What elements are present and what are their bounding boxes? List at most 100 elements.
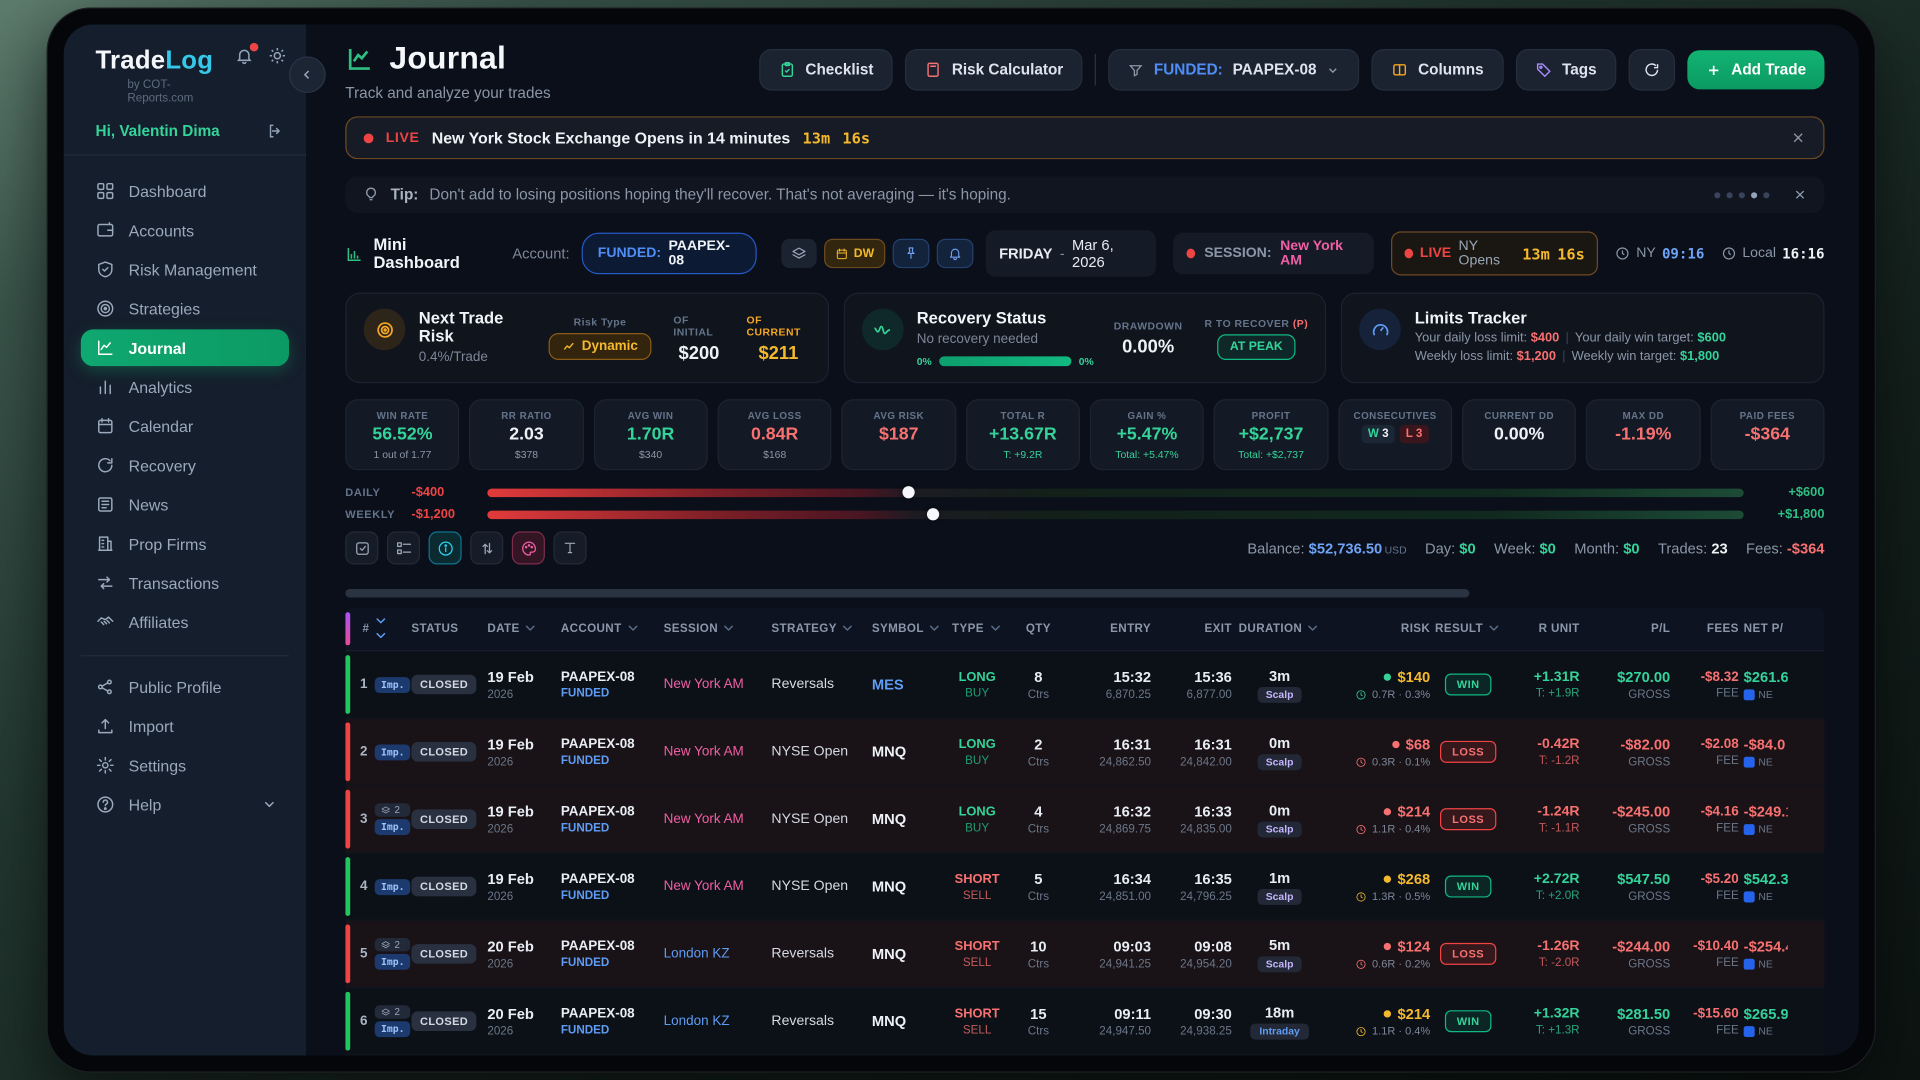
risk-type-pill[interactable]: Dynamic (549, 333, 652, 360)
columns-button[interactable]: Columns (1372, 49, 1504, 91)
sidebar-item-settings[interactable]: Settings (81, 747, 289, 784)
layout-tool[interactable] (387, 531, 420, 564)
dw-calendar-toggle[interactable]: DW (824, 239, 885, 268)
sidebar-item-analytics[interactable]: Analytics (81, 369, 289, 406)
cell-net: -$249.1NE (1741, 803, 1788, 835)
sidebar-item-accounts[interactable]: Accounts (81, 212, 289, 249)
info-tool[interactable] (429, 531, 462, 564)
column-header-account[interactable]: ACCOUNT (558, 621, 661, 636)
cell-account: PAAPEX-08FUNDED (558, 871, 661, 902)
alerts-toggle[interactable] (937, 239, 974, 268)
cell-exit: 16:3324,835.00 (1153, 803, 1234, 836)
column-header-entry[interactable]: ENTRY (1065, 622, 1153, 635)
cell-net: -$254.4NE (1741, 938, 1788, 970)
trade-row-2[interactable]: 2 Imp. CLOSED 19 Feb2026 PAAPEX-08FUNDED… (345, 719, 1824, 786)
tip-close-icon[interactable] (1793, 187, 1808, 202)
stat-value: +$2,737 (1239, 425, 1304, 445)
column-header-status[interactable]: STATUS (409, 622, 485, 635)
trade-row-5[interactable]: 5 2 Imp. CLOSED 20 Feb2026 PAAPEX-08FUND… (345, 921, 1824, 988)
column-header-session[interactable]: SESSION (661, 621, 769, 636)
layers-toggle[interactable] (782, 239, 818, 268)
trade-row-6[interactable]: 6 2 Imp. CLOSED 20 Feb2026 PAAPEX-08FUND… (345, 988, 1824, 1055)
account-filter-dropdown[interactable]: FUNDED: PAAPEX-08 (1109, 49, 1360, 91)
sidebar-item-news[interactable]: News (81, 486, 289, 523)
cell-pl: -$244.00GROSS (1582, 937, 1673, 970)
column-header-net-p-[interactable]: NET P/ (1741, 622, 1788, 635)
cell-symbol: MNQ (869, 878, 942, 895)
column-header-date[interactable]: DATE (485, 621, 558, 636)
banner-close-icon[interactable] (1790, 130, 1806, 146)
countdown-minutes: 13m (803, 129, 831, 147)
column-header-risk[interactable]: RISK (1325, 622, 1433, 635)
cell-qty: 2Ctrs (1011, 735, 1065, 768)
refresh-button[interactable] (1628, 49, 1675, 91)
column-header-result[interactable]: RESULT (1433, 621, 1504, 636)
summary-trades: Trades: 23 (1658, 539, 1728, 556)
column-header-exit[interactable]: EXIT (1153, 622, 1234, 635)
column-header-fees[interactable]: FEES (1673, 622, 1742, 635)
sidebar-item-public-profile[interactable]: Public Profile (81, 669, 289, 706)
tags-button[interactable]: Tags (1515, 49, 1616, 91)
sidebar-item-recovery[interactable]: Recovery (81, 447, 289, 484)
column-header-symbol[interactable]: SYMBOL (869, 621, 942, 636)
cell-strategy: NYSE Open (769, 812, 869, 827)
column-header--[interactable]: # (345, 614, 409, 643)
select-rows-tool[interactable] (345, 531, 378, 564)
tip-pagination-dots[interactable] (1714, 192, 1769, 198)
horizontal-scrollbar[interactable] (345, 589, 1469, 598)
stat-value: $187 (879, 425, 919, 445)
cell-account: PAAPEX-08FUNDED (558, 939, 661, 970)
cell-net: $542.3NE (1741, 871, 1788, 903)
column-header-type[interactable]: TYPE (943, 621, 1012, 636)
tip-dot[interactable] (1714, 192, 1720, 198)
cell-session: New York AM (661, 879, 769, 894)
tip-dot[interactable] (1739, 192, 1745, 198)
text-size-tool[interactable] (553, 531, 586, 564)
drawdown-label: DRAWDOWN (1114, 319, 1183, 331)
summary-month: Month: $0 (1574, 539, 1639, 556)
checklist-button[interactable]: Checklist (759, 49, 893, 91)
sidebar-item-risk-management[interactable]: Risk Management (81, 251, 289, 288)
risk-calculator-button[interactable]: Risk Calculator (905, 49, 1083, 91)
sidebar-item-dashboard[interactable]: Dashboard (81, 173, 289, 210)
tip-dot[interactable] (1751, 192, 1757, 198)
trade-row-1[interactable]: 1 Imp. CLOSED 19 Feb2026 PAAPEX-08FUNDED… (345, 651, 1824, 718)
column-header-p-l[interactable]: P/L (1582, 622, 1673, 635)
logout-icon[interactable] (267, 122, 284, 139)
sidebar-item-calendar[interactable]: Calendar (81, 408, 289, 445)
sidebar-collapse-button[interactable] (289, 56, 326, 93)
trade-row-3[interactable]: 3 2 Imp. CLOSED 19 Feb2026 PAAPEX-08FUND… (345, 786, 1824, 853)
cell-r-unit: -1.24RT: -1.1R (1504, 804, 1582, 835)
add-trade-button[interactable]: Add Trade (1687, 50, 1824, 89)
cell-risk: $124 0.6R · 0.2% (1325, 938, 1433, 970)
account-pill[interactable]: FUNDED:PAAPEX-08 (582, 233, 757, 275)
cell-symbol: MNQ (869, 945, 942, 962)
result-badge: WIN (1444, 673, 1491, 695)
recovery-pct-left: 0% (917, 355, 932, 367)
column-header-r-unit[interactable]: R UNIT (1504, 622, 1582, 635)
column-header-strategy[interactable]: STRATEGY (769, 621, 869, 636)
sidebar-item-help[interactable]: Help (81, 786, 289, 823)
info-icon (437, 539, 454, 556)
balance-value: $52,736.50 (1309, 539, 1383, 556)
page-header: Journal Track and analyze your trades Ch… (345, 39, 1824, 101)
at-peak-badge: AT PEAK (1218, 334, 1295, 360)
sidebar-item-journal[interactable]: Journal (81, 329, 289, 366)
sidebar-item-import[interactable]: Import (81, 708, 289, 745)
theme-sun-icon[interactable] (268, 47, 286, 65)
sidebar-item-strategies[interactable]: Strategies (81, 290, 289, 327)
pin-toggle[interactable] (893, 239, 930, 268)
sidebar-item-affiliates[interactable]: Affiliates (81, 604, 289, 641)
sidebar-item-transactions[interactable]: Transactions (81, 564, 289, 601)
net-icon (1744, 756, 1755, 767)
trade-row-4[interactable]: 4 Imp. CLOSED 19 Feb2026 PAAPEX-08FUNDED… (345, 853, 1824, 920)
tip-dot[interactable] (1727, 192, 1733, 198)
column-header-qty[interactable]: QTY (1011, 622, 1065, 635)
sort-tool[interactable] (470, 531, 503, 564)
tip-dot[interactable] (1763, 192, 1769, 198)
cell-status: CLOSED (409, 809, 485, 829)
sidebar-item-prop-firms[interactable]: Prop Firms (81, 525, 289, 562)
column-header-duration[interactable]: DURATION (1234, 621, 1325, 636)
notifications-bell-icon[interactable] (235, 47, 253, 65)
color-theme-tool[interactable] (512, 531, 545, 564)
